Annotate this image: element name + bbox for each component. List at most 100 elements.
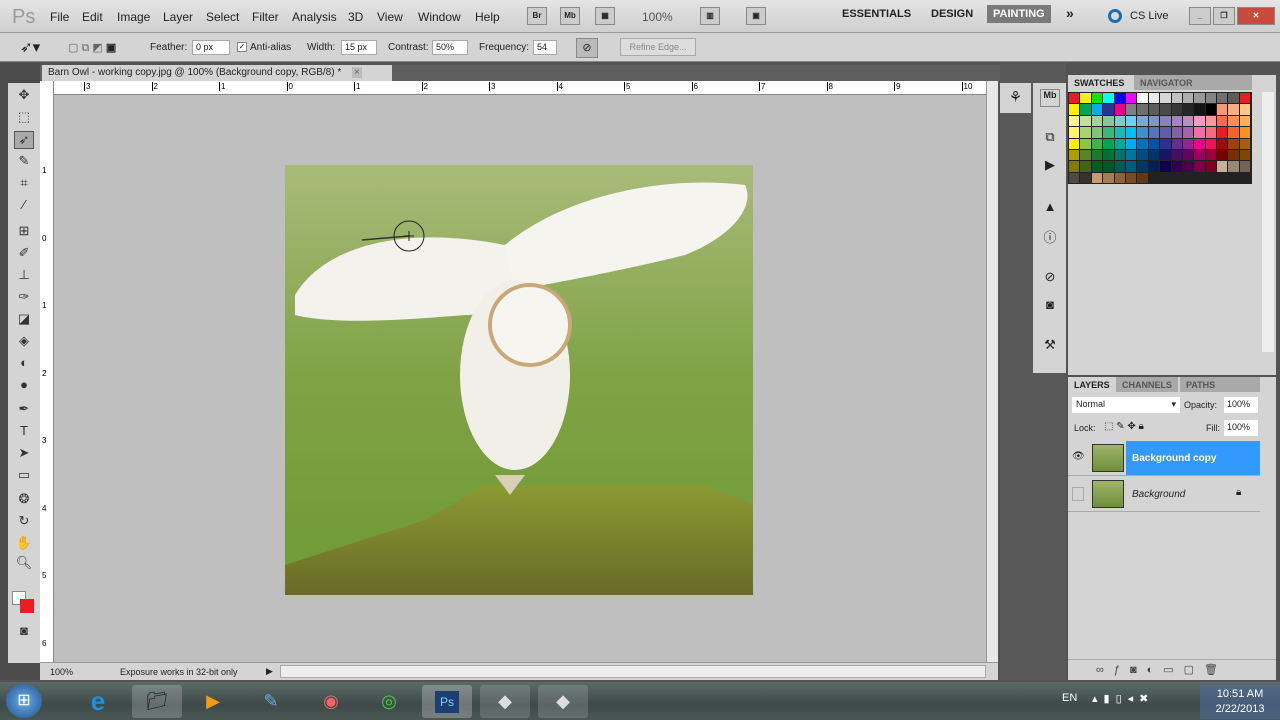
color-swatch[interactable]	[1239, 104, 1251, 115]
color-swatch[interactable]	[1239, 161, 1251, 172]
color-swatch[interactable]	[1069, 172, 1080, 184]
visibility-toggle[interactable]	[1072, 487, 1084, 501]
lock-icons[interactable]: ⬚ ✎ ✥ 🔒︎	[1104, 421, 1144, 432]
color-swatch[interactable]	[1217, 104, 1228, 115]
blend-mode-select[interactable]: Normal ▾	[1072, 397, 1180, 413]
color-swatch[interactable]	[1171, 127, 1182, 138]
color-swatch[interactable]	[1137, 115, 1148, 127]
histogram-panel-icon[interactable]: ▲	[1040, 199, 1060, 217]
color-swatch[interactable]	[1091, 104, 1103, 115]
color-swatch[interactable]	[1182, 93, 1194, 104]
color-swatch[interactable]	[1114, 127, 1125, 138]
color-swatch[interactable]	[1160, 161, 1171, 172]
color-swatch[interactable]	[1103, 104, 1114, 115]
color-swatch[interactable]	[1148, 115, 1160, 127]
color-swatch[interactable]	[1114, 161, 1125, 172]
color-swatch[interactable]	[1125, 172, 1137, 184]
tab-swatches[interactable]: SWATCHES	[1068, 75, 1131, 90]
color-swatch[interactable]	[1160, 127, 1171, 138]
menu-help[interactable]: Help	[475, 10, 500, 24]
color-swatch[interactable]	[1080, 104, 1091, 115]
brush-tool-icon[interactable]: ✐	[14, 245, 34, 263]
crop-tool-icon[interactable]: ⌗	[14, 175, 34, 193]
menu-window[interactable]: Window	[418, 10, 461, 24]
tool-presets-panel-icon[interactable]: ⚒	[1040, 337, 1060, 355]
color-swatch[interactable]	[1205, 93, 1217, 104]
status-message[interactable]: Exposure works in 32-bit only	[120, 667, 238, 677]
minimize-button[interactable]: _	[1189, 7, 1211, 25]
feather-input[interactable]: 0 px	[192, 40, 230, 55]
color-swatch[interactable]	[1148, 149, 1160, 161]
color-swatch[interactable]	[1171, 115, 1182, 127]
color-swatch[interactable]	[1137, 138, 1148, 149]
color-swatch[interactable]	[1205, 127, 1217, 138]
contrast-input[interactable]: 50%	[432, 40, 468, 55]
status-menu-arrow-icon[interactable]: ▶	[266, 666, 273, 677]
quick-mask-icon[interactable]: ◙	[14, 623, 34, 641]
color-swatch[interactable]	[1137, 161, 1148, 172]
3d-rotate-tool-icon[interactable]: ❂	[14, 491, 34, 509]
clone-source-panel-icon[interactable]: ◙	[1040, 297, 1060, 315]
color-swatch[interactable]	[1171, 93, 1182, 104]
color-swatch[interactable]	[1137, 149, 1148, 161]
color-swatch[interactable]	[1160, 138, 1171, 149]
path-selection-tool-icon[interactable]: ➤	[14, 445, 34, 463]
layer-row-background[interactable]: Background 🔒︎	[1068, 477, 1260, 512]
color-swatch[interactable]	[1103, 93, 1114, 104]
color-swatch[interactable]	[1228, 161, 1239, 172]
photoshop-taskbar-button[interactable]: Ps	[422, 685, 472, 718]
color-swatch[interactable]	[1228, 93, 1239, 104]
color-swatch[interactable]	[1148, 93, 1160, 104]
color-swatch[interactable]	[1228, 115, 1239, 127]
color-swatch[interactable]	[1239, 149, 1251, 161]
color-swatch[interactable]	[1080, 149, 1091, 161]
move-tool-icon[interactable]: ✥	[14, 87, 34, 105]
color-swatch[interactable]	[1239, 93, 1251, 104]
color-swatch[interactable]	[1069, 161, 1080, 172]
brush-preset-icon[interactable]: ⚘	[1000, 83, 1031, 113]
refine-edge-button[interactable]: Refine Edge...	[620, 38, 696, 56]
menu-edit[interactable]: Edit	[82, 10, 103, 24]
mini-bridge-panel-icon[interactable]: Mb	[1040, 89, 1060, 107]
color-swatch[interactable]	[1103, 172, 1114, 184]
type-tool-icon[interactable]: T	[14, 423, 34, 441]
color-swatch[interactable]	[1114, 104, 1125, 115]
start-button[interactable]: ⊞	[6, 684, 42, 718]
color-swatch[interactable]	[1125, 127, 1137, 138]
camtasia-taskbar-button[interactable]: ◆	[480, 685, 530, 718]
marquee-tool-icon[interactable]: ⬚	[14, 109, 34, 127]
color-swatch[interactable]	[1194, 161, 1205, 172]
color-swatch[interactable]	[1103, 149, 1114, 161]
workspace-essentials[interactable]: ESSENTIALS	[842, 8, 911, 20]
color-swatch[interactable]	[1217, 149, 1228, 161]
workspace-painting[interactable]: PAINTING	[987, 5, 1051, 23]
color-swatch[interactable]	[1137, 93, 1148, 104]
zoom-tool-icon[interactable]: 🔍︎	[14, 555, 34, 573]
color-swatch[interactable]	[1239, 138, 1251, 149]
color-swatch[interactable]	[1171, 104, 1182, 115]
layer-name[interactable]: Background	[1132, 489, 1185, 500]
color-swatch[interactable]	[1217, 161, 1228, 172]
magnetic-lasso-tool-icon[interactable]: ➶	[14, 131, 34, 149]
color-swatch[interactable]	[1114, 93, 1125, 104]
menu-image[interactable]: Image	[117, 10, 150, 24]
horizontal-scrollbar[interactable]	[280, 665, 986, 678]
color-swatch[interactable]	[1171, 161, 1182, 172]
selection-mode-icons[interactable]: ▢ ⧉ ◩ ▣	[68, 41, 116, 55]
app-icon[interactable]: ✎	[246, 685, 296, 718]
eyedropper-tool-icon[interactable]: ⁄	[14, 197, 34, 215]
color-swatch[interactable]	[1125, 161, 1137, 172]
menu-select[interactable]: Select	[206, 10, 239, 24]
color-swatch[interactable]	[1182, 149, 1194, 161]
quick-selection-tool-icon[interactable]: ✎	[14, 153, 34, 171]
hand-tool-icon[interactable]: ✋	[14, 535, 34, 553]
menu-analysis[interactable]: Analysis	[292, 10, 337, 24]
history-brush-tool-icon[interactable]: ✑	[14, 289, 34, 307]
color-swatch[interactable]	[1125, 115, 1137, 127]
color-swatch[interactable]	[1080, 127, 1091, 138]
swatches-scrollbar[interactable]	[1262, 92, 1274, 352]
color-swatch[interactable]	[1205, 115, 1217, 127]
internet-explorer-icon[interactable]: e	[73, 685, 123, 718]
color-swatch[interactable]	[1091, 161, 1103, 172]
layers-footer-buttons[interactable]: ∞ƒ◙◐▭▢🗑︎	[1068, 659, 1276, 680]
